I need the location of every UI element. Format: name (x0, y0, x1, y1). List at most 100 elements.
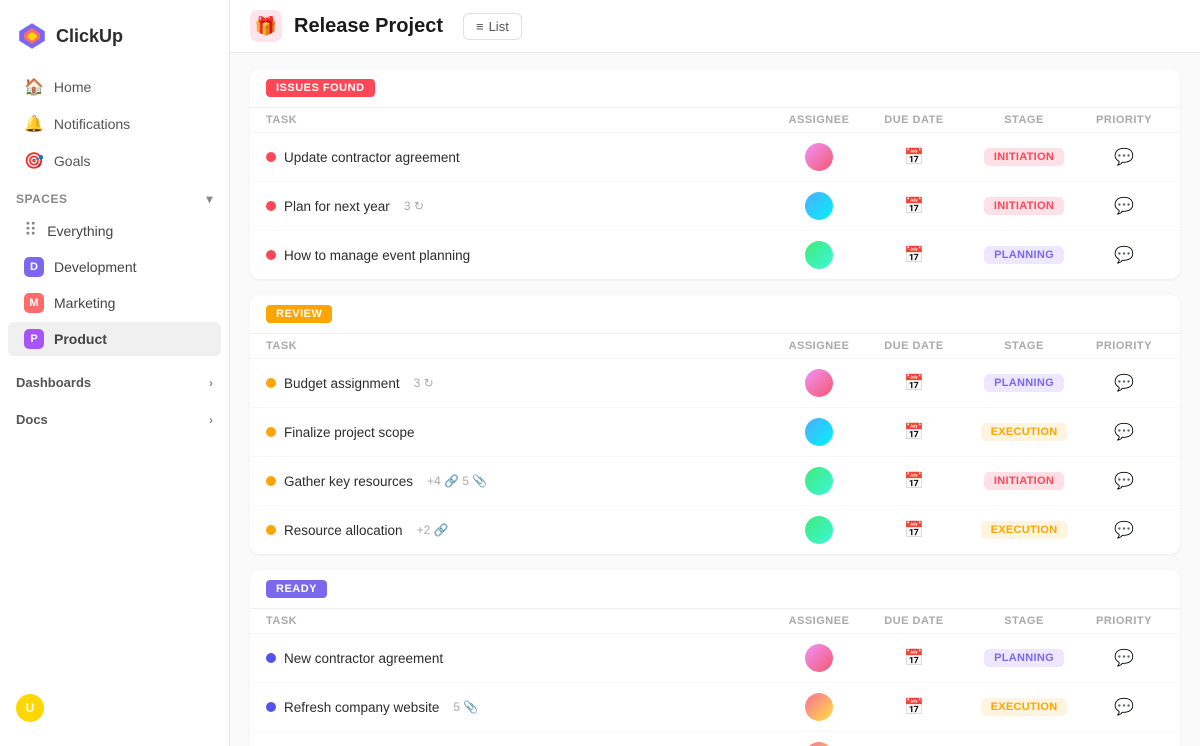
development-icon: D (24, 257, 44, 277)
sidebar-item-development-label: Development (54, 259, 137, 275)
task-name: New contractor agreement (284, 651, 443, 666)
content-area: ISSUES FOUND TASK ASSIGNEE DUE DATE STAG… (230, 53, 1200, 746)
priority-icon: 💬 (1114, 648, 1134, 668)
task-name-cell: Plan for next year 3 ↻ (266, 199, 774, 214)
logo-text: ClickUp (56, 26, 123, 47)
calendar-icon: 📅 (904, 697, 924, 717)
group-issues-found: ISSUES FOUND TASK ASSIGNEE DUE DATE STAG… (250, 69, 1180, 279)
task-name-cell: Gather key resources +4 🔗 5 📎 (266, 474, 774, 489)
col-priority: PRIORITY (1084, 340, 1164, 352)
dashboards-section[interactable]: Dashboards › (0, 365, 229, 394)
stage-cell: INITIATION (964, 472, 1084, 490)
sidebar-user-area[interactable]: U (0, 682, 229, 734)
assignee-cell (774, 467, 864, 495)
table-row[interactable]: How to manage event planning 📅 PLANNING … (250, 231, 1180, 279)
list-view-label: List (489, 19, 509, 34)
table-row[interactable]: New contractor agreement 📅 PLANNING 💬 (250, 634, 1180, 683)
nav-goals[interactable]: 🎯 Goals (8, 143, 221, 179)
product-icon: P (24, 329, 44, 349)
nav-goals-label: Goals (54, 153, 91, 169)
sidebar-item-everything[interactable]: ⠿ Everything (8, 213, 221, 248)
assignee-cell (774, 742, 864, 746)
list-view-tab[interactable]: ≡ List (463, 13, 522, 40)
task-name-cell: How to manage event planning (266, 248, 774, 263)
table-row[interactable]: Update key objectives 5 📎 📅 EXECUTION 💬 (250, 732, 1180, 746)
stage-badge: INITIATION (984, 197, 1064, 215)
calendar-icon: 📅 (904, 648, 924, 668)
avatar (805, 143, 833, 171)
table-row[interactable]: Refresh company website 5 📎 📅 EXECUTION … (250, 683, 1180, 732)
stage-cell: PLANNING (964, 246, 1084, 264)
assignee-cell (774, 418, 864, 446)
marketing-icon: M (24, 293, 44, 313)
due-date-cell: 📅 (864, 697, 964, 717)
spaces-section-header[interactable]: Spaces ▾ (0, 180, 229, 212)
stage-badge: INITIATION (984, 148, 1064, 166)
assignee-cell (774, 369, 864, 397)
project-title: Release Project (294, 15, 443, 38)
col-stage: STAGE (964, 615, 1084, 627)
assignee-cell (774, 644, 864, 672)
task-name: Finalize project scope (284, 425, 415, 440)
priority-cell: 💬 (1084, 471, 1164, 491)
priority-cell: 💬 (1084, 373, 1164, 393)
docs-section[interactable]: Docs › (0, 402, 229, 431)
priority-icon: 💬 (1114, 520, 1134, 540)
stage-badge: PLANNING (984, 649, 1064, 667)
avatar (805, 192, 833, 220)
due-date-cell: 📅 (864, 520, 964, 540)
task-status-dot (266, 201, 276, 211)
group-review-badge[interactable]: REVIEW (266, 305, 332, 323)
task-status-dot (266, 702, 276, 712)
sidebar-item-marketing[interactable]: M Marketing (8, 286, 221, 320)
due-date-cell: 📅 (864, 648, 964, 668)
group-ready-badge[interactable]: READY (266, 580, 327, 598)
col-due-date: DUE DATE (864, 114, 964, 126)
col-headers-ready: TASK ASSIGNEE DUE DATE STAGE PRIORITY (250, 609, 1180, 634)
priority-icon: 💬 (1114, 697, 1134, 717)
assignee-cell (774, 693, 864, 721)
table-row[interactable]: Update contractor agreement 📅 INITIATION… (250, 133, 1180, 182)
dashboards-label: Dashboards (16, 375, 91, 390)
table-row[interactable]: Finalize project scope 📅 EXECUTION 💬 (250, 408, 1180, 457)
stage-badge: EXECUTION (981, 423, 1068, 441)
task-name: Update contractor agreement (284, 150, 460, 165)
priority-cell: 💬 (1084, 520, 1164, 540)
nav-home[interactable]: 🏠 Home (8, 69, 221, 105)
table-row[interactable]: Resource allocation +2 🔗 📅 EXECUTION 💬 (250, 506, 1180, 554)
col-headers-review: TASK ASSIGNEE DUE DATE STAGE PRIORITY (250, 334, 1180, 359)
group-issues-header: ISSUES FOUND (250, 69, 1180, 108)
assignee-cell (774, 516, 864, 544)
col-task: TASK (266, 114, 774, 126)
nav-notifications[interactable]: 🔔 Notifications (8, 106, 221, 142)
due-date-cell: 📅 (864, 245, 964, 265)
home-icon: 🏠 (24, 77, 44, 97)
priority-icon: 💬 (1114, 196, 1134, 216)
spaces-collapse-icon: ▾ (206, 192, 213, 206)
priority-icon: 💬 (1114, 147, 1134, 167)
task-status-dot (266, 152, 276, 162)
stage-badge: PLANNING (984, 246, 1064, 264)
sidebar-item-development[interactable]: D Development (8, 250, 221, 284)
stage-cell: EXECUTION (964, 698, 1084, 716)
priority-icon: 💬 (1114, 471, 1134, 491)
task-status-dot (266, 427, 276, 437)
priority-cell: 💬 (1084, 697, 1164, 717)
priority-cell: 💬 (1084, 648, 1164, 668)
task-name-cell: Update contractor agreement (266, 150, 774, 165)
table-row[interactable]: Plan for next year 3 ↻ 📅 INITIATION 💬 (250, 182, 1180, 231)
user-avatar: U (16, 694, 44, 722)
bell-icon: 🔔 (24, 114, 44, 134)
priority-icon: 💬 (1114, 373, 1134, 393)
assignee-cell (774, 241, 864, 269)
logo-area[interactable]: ClickUp (0, 12, 229, 68)
list-view-icon: ≡ (476, 19, 484, 34)
table-row[interactable]: Gather key resources +4 🔗 5 📎 📅 INITIATI… (250, 457, 1180, 506)
task-name: Resource allocation (284, 523, 403, 538)
group-review: REVIEW TASK ASSIGNEE DUE DATE STAGE PRIO… (250, 295, 1180, 554)
calendar-icon: 📅 (904, 245, 924, 265)
group-issues-badge[interactable]: ISSUES FOUND (266, 79, 375, 97)
col-due-date: DUE DATE (864, 615, 964, 627)
sidebar-item-product[interactable]: P Product (8, 322, 221, 356)
table-row[interactable]: Budget assignment 3 ↻ 📅 PLANNING 💬 (250, 359, 1180, 408)
